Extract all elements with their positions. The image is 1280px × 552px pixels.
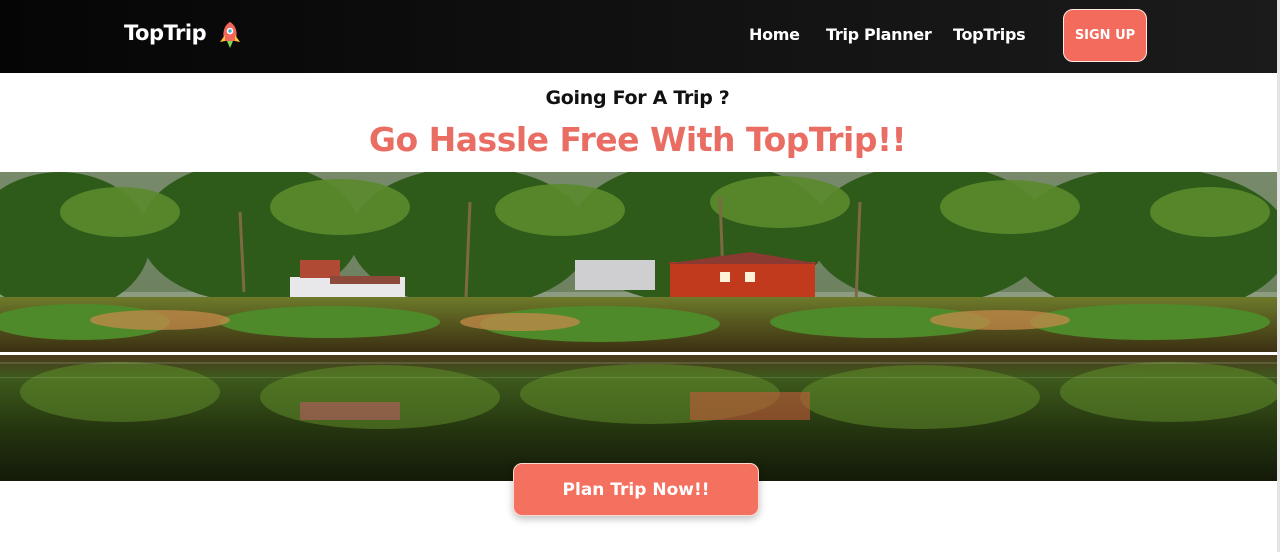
brand-logo-text[interactable]: TopTrip [124,21,207,45]
rocket-icon [220,22,240,48]
navbar: TopTrip Home Trip Planner TopTrips SIGN … [0,0,1277,73]
hero-kicker: Going For A Trip ? [545,87,730,109]
hero-image [0,172,1277,481]
nav-link-home[interactable]: Home [749,25,800,44]
hero-headline: Go Hassle Free With TopTrip!! [368,120,907,159]
nav-link-toptrips[interactable]: TopTrips [953,25,1026,44]
nav-link-trip-planner[interactable]: Trip Planner [826,25,932,44]
sign-up-button[interactable]: SIGN UP [1063,9,1147,62]
plan-trip-now-button[interactable]: Plan Trip Now!! [513,463,759,516]
